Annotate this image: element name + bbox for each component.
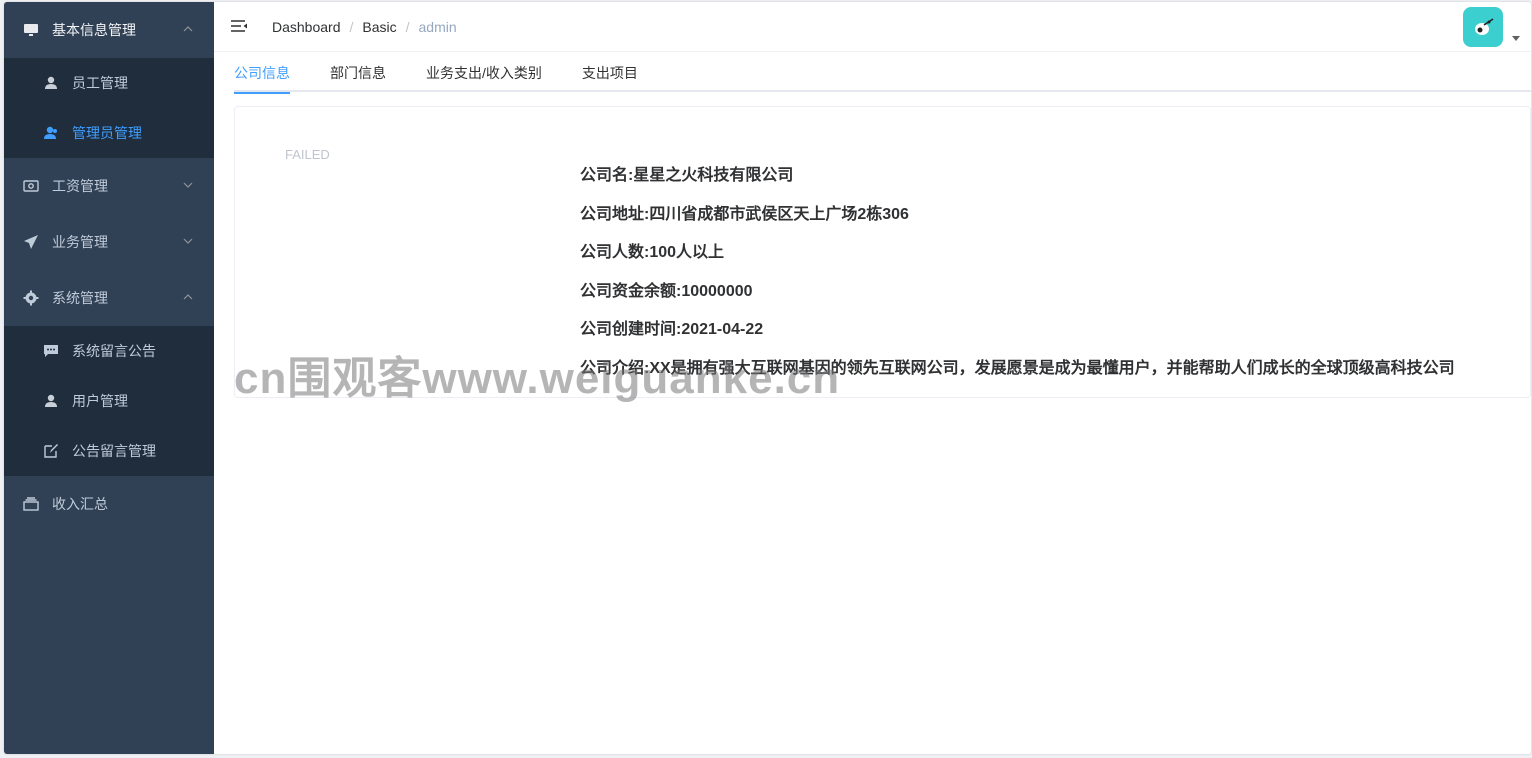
tab-bar: 公司信息 部门信息 业务支出/收入类别 支出项目	[234, 54, 1531, 94]
menu-income-summary[interactable]: 收入汇总	[4, 476, 214, 532]
breadcrumb-separator: /	[349, 19, 354, 35]
gear-icon	[22, 289, 40, 307]
breadcrumb: Dashboard / Basic / admin	[272, 19, 457, 35]
sidebar-item-label: 管理员管理	[72, 125, 142, 141]
user-icon	[42, 74, 60, 92]
user-menu[interactable]	[1463, 7, 1521, 47]
avatar[interactable]	[1463, 7, 1503, 47]
menu-label: 工资管理	[52, 178, 108, 194]
menu-basic-info[interactable]: 基本信息管理	[4, 2, 214, 58]
sidebar-item-label: 员工管理	[72, 75, 128, 91]
paper-plane-icon	[22, 233, 40, 251]
breadcrumb-dashboard[interactable]: Dashboard	[272, 19, 341, 35]
tab-business-category[interactable]: 业务支出/收入类别	[426, 54, 542, 92]
menu-salary[interactable]: 工资管理	[4, 158, 214, 214]
user-icon	[42, 124, 60, 142]
sidebar-item-admin[interactable]: 管理员管理	[4, 108, 214, 158]
sidebar-item-label: 系统留言公告	[72, 343, 156, 359]
sidebar-item-announcement[interactable]: 公告留言管理	[4, 426, 214, 476]
caret-down-icon[interactable]	[1511, 33, 1521, 43]
company-headcount: 公司人数:100人以上	[580, 244, 725, 261]
image-failed-placeholder: FAILED	[285, 147, 330, 162]
company-info-list: 公司名:星星之火科技有限公司 公司地址:四川省成都市武侯区天上广场2栋306 公…	[580, 165, 1455, 396]
submenu-system: 系统留言公告 用户管理 公告留言管理	[4, 326, 214, 476]
menu-label: 系统管理	[52, 290, 108, 306]
navbar: Dashboard / Basic / admin	[214, 2, 1531, 52]
tab-department-info[interactable]: 部门信息	[330, 54, 386, 92]
submenu-basic-info: 员工管理 管理员管理	[4, 58, 214, 158]
sidebar-item-employee[interactable]: 员工管理	[4, 58, 214, 108]
company-info-card: FAILED 公司名:星星之火科技有限公司 公司地址:四川省成都市武侯区天上广场…	[234, 106, 1531, 398]
company-name: 公司名:星星之火科技有限公司	[580, 167, 794, 184]
money-icon	[22, 177, 40, 195]
company-address: 公司地址:四川省成都市武侯区天上广场2栋306	[580, 205, 909, 223]
company-description: 公司介绍:XX是拥有强大互联网基因的领先互联网公司，发展愿景是成为最懂用户，并能…	[580, 359, 1455, 377]
edit-icon	[42, 442, 60, 460]
user-icon	[42, 392, 60, 410]
breadcrumb-basic[interactable]: Basic	[362, 19, 396, 35]
company-balance: 公司资金余额:10000000	[580, 282, 753, 300]
menu-label: 收入汇总	[52, 496, 108, 512]
chevron-down-icon	[182, 179, 194, 191]
breadcrumb-admin: admin	[418, 19, 457, 35]
tab-company-info[interactable]: 公司信息	[234, 54, 290, 94]
chevron-up-icon	[182, 23, 194, 35]
chevron-up-icon	[182, 291, 194, 303]
tab-expense-items[interactable]: 支出项目	[582, 54, 638, 92]
menu-label: 基本信息管理	[52, 22, 136, 38]
sidebar-item-notice[interactable]: 系统留言公告	[4, 326, 214, 376]
breadcrumb-separator: /	[405, 19, 410, 35]
app-window: 基本信息管理 员工管理 管理员管理 工资管理 业务管理 系统管理 系统留言公告 …	[4, 2, 1531, 754]
main-content: Dashboard / Basic / admin 公司信息 部门信息 业务支出…	[214, 2, 1531, 754]
monitor-icon	[22, 21, 40, 39]
message-icon	[42, 342, 60, 360]
sidebar-item-label: 用户管理	[72, 393, 128, 409]
sidebar-item-label: 公告留言管理	[72, 443, 156, 459]
menu-business[interactable]: 业务管理	[4, 214, 214, 270]
menu-label: 业务管理	[52, 234, 108, 250]
hamburger-icon[interactable]	[230, 18, 248, 36]
sidebar-item-users[interactable]: 用户管理	[4, 376, 214, 426]
chevron-down-icon	[182, 235, 194, 247]
sidebar: 基本信息管理 员工管理 管理员管理 工资管理 业务管理 系统管理 系统留言公告 …	[4, 2, 214, 754]
menu-system[interactable]: 系统管理	[4, 270, 214, 326]
company-created-date: 公司创建时间:2021-04-22	[580, 321, 764, 338]
box-icon	[22, 495, 40, 513]
